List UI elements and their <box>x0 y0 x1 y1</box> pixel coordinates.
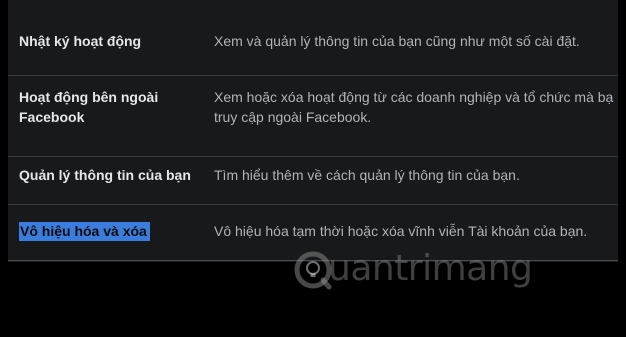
settings-row-label: Nhật ký hoạt động <box>19 33 142 49</box>
screen: Nhật ký hoạt động Xem và quản lý thông t… <box>0 0 626 337</box>
settings-row-label: Vô hiệu hóa và xóa <box>19 221 150 241</box>
settings-row-description-line: Xem hoặc xóa hoạt động từ các doanh nghi… <box>214 89 614 105</box>
settings-row-label: Quản lý thông tin của bạn <box>19 167 191 183</box>
settings-row-description: Xem và quản lý thông tin của bạn cũng nh… <box>214 33 580 49</box>
settings-row-off-facebook-activity[interactable]: Hoạt động bên ngoài Facebook Xem hoặc xó… <box>8 76 618 157</box>
settings-row-label: Hoạt động bên ngoài Facebook <box>19 87 158 127</box>
settings-row-description: Vô hiệu hóa tạm thời hoặc xóa vĩnh viễn … <box>214 223 588 239</box>
watermark-text: uantrimang <box>328 248 533 289</box>
settings-row-description: Tìm hiểu thêm về cách quản lý thông tin … <box>214 167 520 183</box>
settings-row-activity-log[interactable]: Nhật ký hoạt động Xem và quản lý thông t… <box>8 0 618 76</box>
selected-text-highlight: Vô hiệu hóa và xóa <box>19 222 150 241</box>
settings-row-description: Xem hoặc xóa hoạt động từ các doanh nghi… <box>214 87 614 127</box>
settings-row-manage-your-information[interactable]: Quản lý thông tin của bạn Tìm hiểu thêm … <box>8 157 618 205</box>
watermark: uantrimang <box>292 247 533 295</box>
settings-row-description-line: truy cập ngoài Facebook. <box>214 109 372 125</box>
settings-panel: Nhật ký hoạt động Xem và quản lý thông t… <box>8 0 618 262</box>
settings-row-label-line: Facebook <box>19 109 85 125</box>
settings-row-label-line: Hoạt động bên ngoài <box>19 89 159 105</box>
